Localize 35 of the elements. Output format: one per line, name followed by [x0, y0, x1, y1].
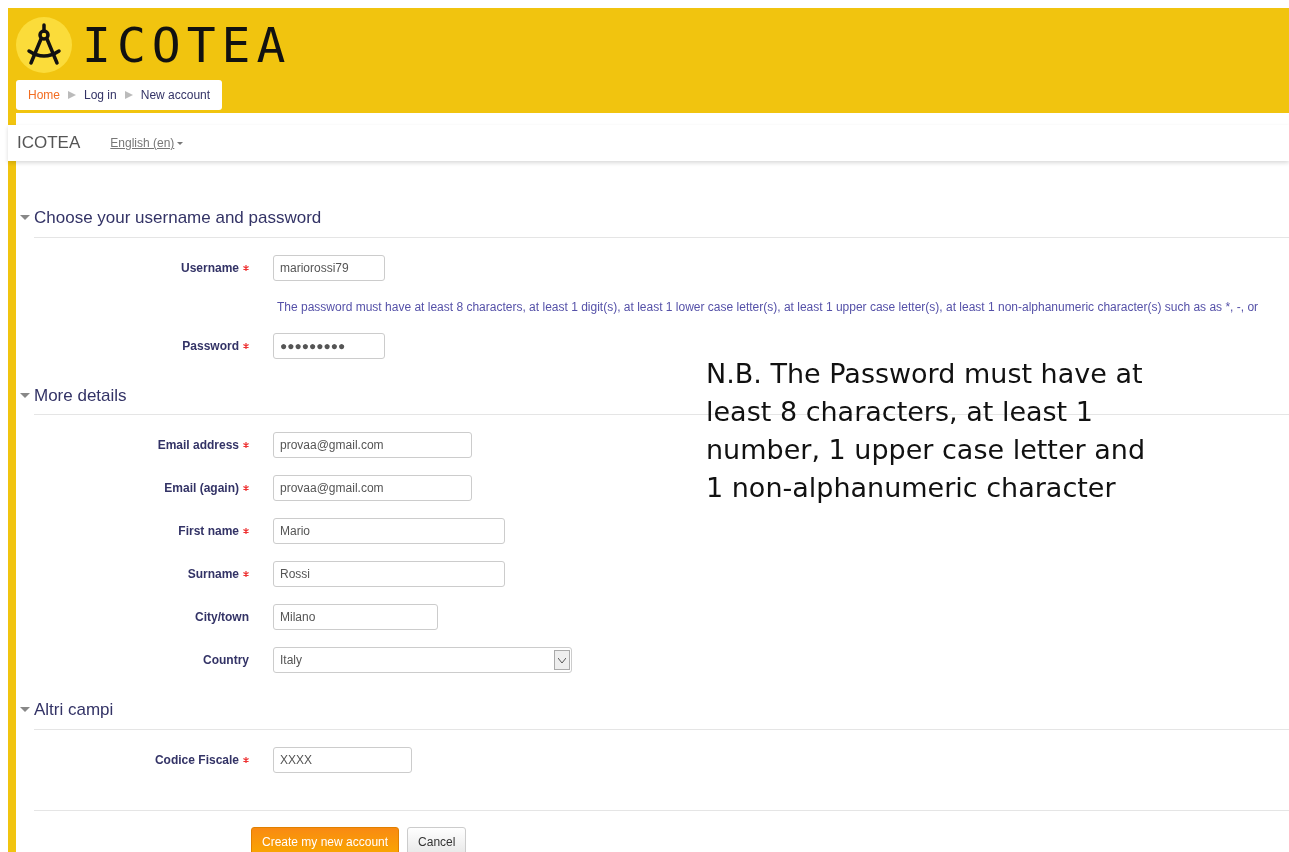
section-heading: Choose your username and password — [34, 207, 322, 229]
collapse-triangle-icon[interactable] — [20, 215, 30, 221]
country-select[interactable]: Italy — [273, 647, 572, 673]
input-field[interactable]: ●●●●●●●●● — [273, 332, 385, 359]
navbar-brand[interactable]: ICOTEA — [17, 130, 81, 156]
section-heading: Altri campi — [34, 699, 114, 721]
field-label: Country — [203, 652, 249, 669]
field-label: Email address — [157, 437, 239, 454]
field-label: Email (again) — [164, 480, 239, 497]
field-label: Username — [180, 259, 239, 277]
input-field[interactable]: mariorossi79 — [273, 254, 385, 281]
input-field[interactable]: Mario — [273, 518, 505, 544]
field-label: Password — [182, 337, 239, 355]
collapse-triangle-icon[interactable] — [20, 707, 30, 713]
field-label: First name — [178, 523, 239, 540]
cancel-button[interactable]: Cancel — [407, 826, 467, 852]
field-label: Codice Fiscale — [154, 751, 239, 769]
collapse-triangle-icon[interactable] — [20, 392, 30, 398]
input-field[interactable]: XXXX — [273, 746, 412, 773]
separator-icon — [68, 91, 76, 99]
language-dropdown[interactable]: English (en) — [110, 134, 184, 152]
separator-icon — [124, 91, 133, 99]
section-heading: More details — [34, 384, 127, 407]
field-label: Surname — [187, 566, 239, 583]
annotation-text: N.B. The Password must have at least 8 characters, at least 1 number, 1 upper case letter and 1 non-alphanumeric character — [706, 357, 1146, 505]
breadcrumb-item[interactable]: Log in — [84, 86, 117, 104]
input-field[interactable]: Milano — [273, 604, 438, 630]
password-rules-text: The password must have at least 8 characters, at least 1 digit(s), at least 1 lower case letter(s), at least 1 upper case letter(s), at least 1 non-alphanumeric character(s) such as as *, -, or — [277, 298, 1260, 316]
logo-icon — [16, 17, 72, 73]
breadcrumb-item[interactable]: New account — [140, 86, 211, 104]
field-label: City/town — [195, 609, 249, 626]
logo-text: ICOTEA — [82, 21, 292, 69]
input-field[interactable]: provaa@gmail.com — [273, 432, 472, 458]
input-field[interactable]: Rossi — [273, 561, 505, 587]
input-field[interactable]: provaa@gmail.com — [273, 475, 472, 501]
